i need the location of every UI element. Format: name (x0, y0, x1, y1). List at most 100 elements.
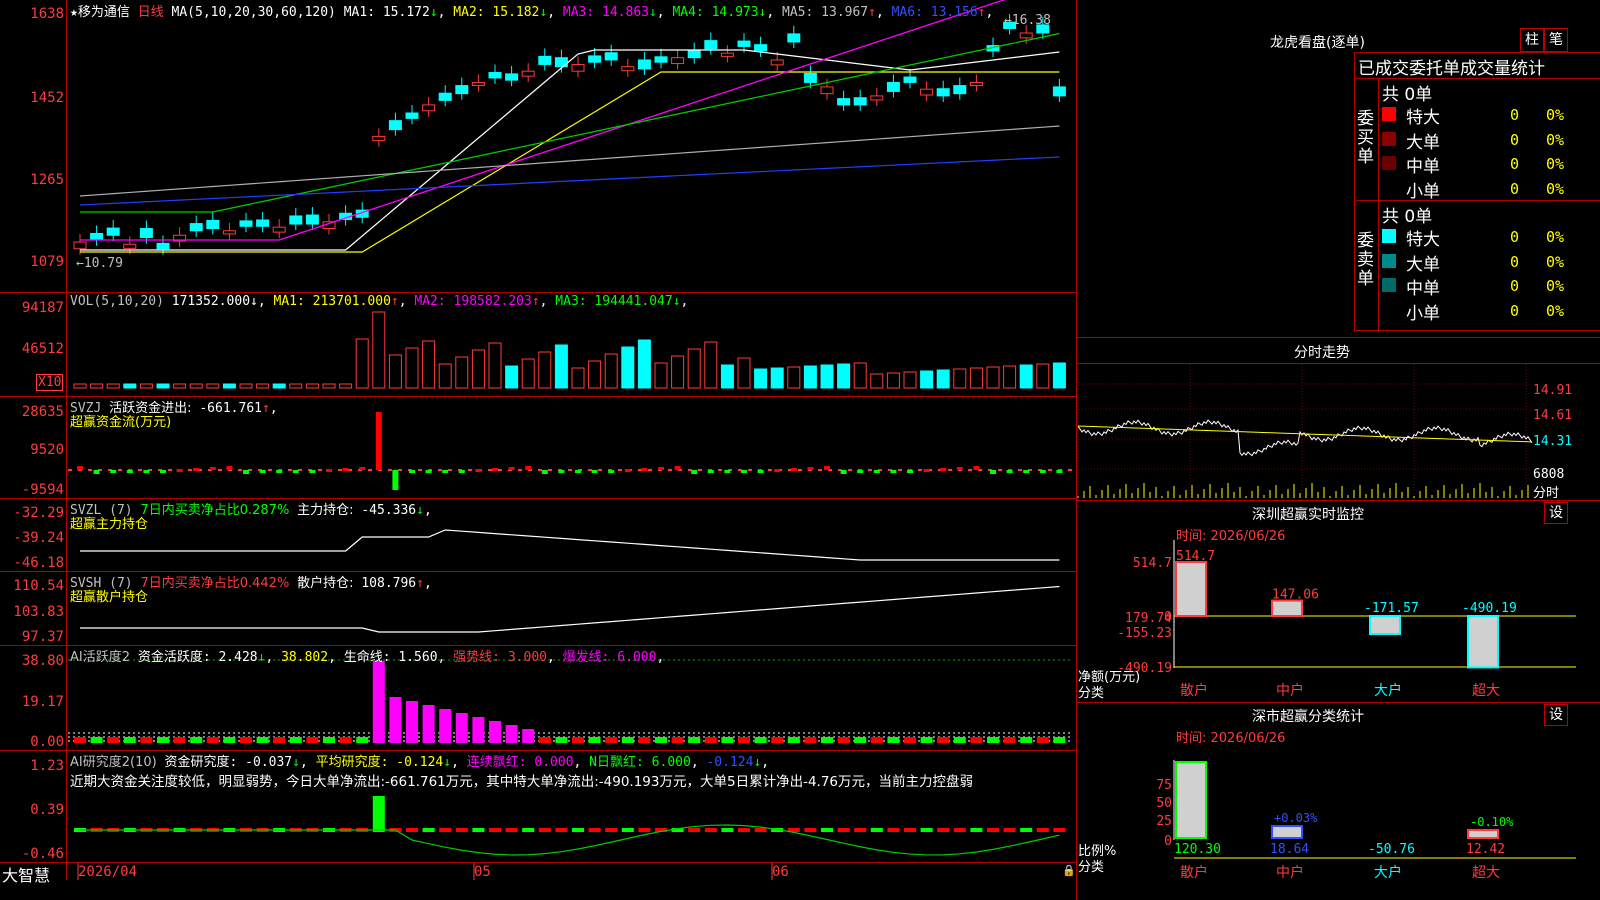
ai-active-value: 生命线: 1.560 (335, 650, 438, 665)
pen-mode-button[interactable]: 笔 (1544, 28, 1568, 52)
class-value: -50.76 (1368, 842, 1415, 857)
class-settings-button[interactable]: 设 (1544, 704, 1568, 726)
research-bar (821, 828, 833, 832)
order-size-label: 大单 (1406, 254, 1440, 275)
volume-bar (870, 373, 884, 389)
flow-bar (1056, 470, 1063, 473)
ai-research-value: 连续飘红: 0.000 (458, 755, 574, 770)
ai-active-value: 资金活跃度: 2.428 (137, 650, 258, 665)
class-bar (1467, 829, 1499, 839)
ai-active-value: 爆发线: 6.000 (554, 650, 657, 665)
category-label: 中户 (1276, 864, 1304, 881)
flow-bar (93, 470, 100, 474)
volume-bar (256, 383, 270, 389)
volume-bar (438, 363, 452, 389)
flow-bar (525, 466, 532, 470)
monitor-settings-button[interactable]: 设 (1544, 502, 1568, 524)
flow-bar (774, 469, 781, 472)
volume-bar (73, 383, 87, 389)
activity-bar (904, 737, 916, 743)
svsh-value: 108.796 (361, 576, 417, 591)
volume-bar (139, 383, 153, 389)
activity-bar (638, 737, 651, 743)
activity-bar (870, 737, 883, 743)
bar-mode-button[interactable]: 柱 (1520, 28, 1544, 52)
volume-bar (571, 367, 585, 389)
order-percent: 0% (1546, 277, 1565, 295)
volume-bar (538, 351, 552, 389)
legend-swatch (1382, 131, 1396, 146)
class-axis-label: 25 (1156, 814, 1172, 829)
vol-ma-values: MA1: 213701.000↑, MA2: 198582.203↑, MA3:… (273, 294, 689, 309)
flow-bar (840, 470, 847, 474)
order-percent: 0% (1546, 301, 1565, 320)
research-bar (605, 828, 618, 832)
volume-bar (505, 365, 519, 389)
flow-bar (575, 470, 581, 473)
flow-bar (857, 470, 864, 473)
activity-bar (74, 737, 86, 743)
activity-bar (1020, 737, 1033, 743)
research-bar (1036, 828, 1049, 832)
vol-ma-value: MA2: 198582.203 (406, 294, 532, 309)
candle (471, 81, 485, 87)
stats-tab-header[interactable]: 已成交委托单成交量统计 (1358, 54, 1545, 79)
volume-bar (720, 364, 734, 389)
svzj-arrow: ↑ (261, 401, 270, 416)
lock-icon[interactable]: 🔒 (1062, 864, 1076, 877)
activity-bar (970, 737, 983, 743)
flow-bar (990, 470, 996, 474)
activity-bar (1053, 737, 1066, 743)
period-label[interactable]: 日线 (138, 5, 164, 20)
research-bar (555, 828, 568, 832)
research-bar (422, 828, 435, 832)
category-label: 散户 (1180, 864, 1208, 881)
longhu-title: 龙虎看盘(逐单) (1270, 35, 1365, 51)
buy-total: 共 0单 (1382, 85, 1433, 105)
candle (1019, 32, 1033, 39)
activity-bar (190, 737, 203, 743)
sell-total: 共 0单 (1382, 207, 1433, 227)
volume-bar (671, 355, 685, 389)
candle (787, 33, 801, 43)
activity-bar (206, 737, 219, 743)
order-size-label: 大单 (1406, 132, 1440, 153)
activity-bar (621, 737, 634, 743)
flow-bar (558, 470, 565, 473)
volume-bar (803, 365, 817, 389)
volume-bar (604, 353, 618, 389)
favorite-star-icon[interactable]: ★ (70, 5, 78, 20)
volume-bar (173, 383, 187, 389)
candle (770, 59, 784, 66)
flow-bar (940, 468, 947, 471)
activity-bar (522, 729, 535, 743)
monitor-bar (1271, 599, 1303, 617)
candle (853, 97, 867, 106)
horizontal-scrollbar[interactable] (66, 880, 1076, 900)
svzj-axis-label: 28635 (21, 404, 64, 420)
research-bar (439, 828, 452, 832)
category-label: 大户 (1374, 864, 1402, 881)
order-count: 0 (1510, 252, 1520, 271)
activity-bar (372, 661, 385, 743)
stock-name: 移为通信 (77, 5, 130, 20)
class-value: 120.30 (1174, 842, 1221, 857)
flow-bar (342, 468, 349, 471)
activity-bar (439, 709, 452, 743)
intraday-chart[interactable] (1076, 364, 1600, 500)
divider (0, 862, 1076, 863)
vol-axis-label: 46512 (21, 341, 64, 357)
volume-bar (305, 383, 319, 389)
activity-bar (588, 737, 601, 743)
date-label: 2026/04 (78, 864, 138, 880)
date-label: 06 (772, 864, 789, 880)
candle (953, 85, 967, 95)
candle (156, 242, 170, 250)
volume-bar (189, 383, 203, 389)
vol-unit-badge[interactable]: X10 (36, 374, 64, 391)
activity-bar (173, 737, 186, 743)
intraday-axis-label: 14.91 (1533, 383, 1573, 398)
candle (189, 223, 203, 232)
candle (654, 56, 668, 63)
candle (388, 120, 402, 131)
